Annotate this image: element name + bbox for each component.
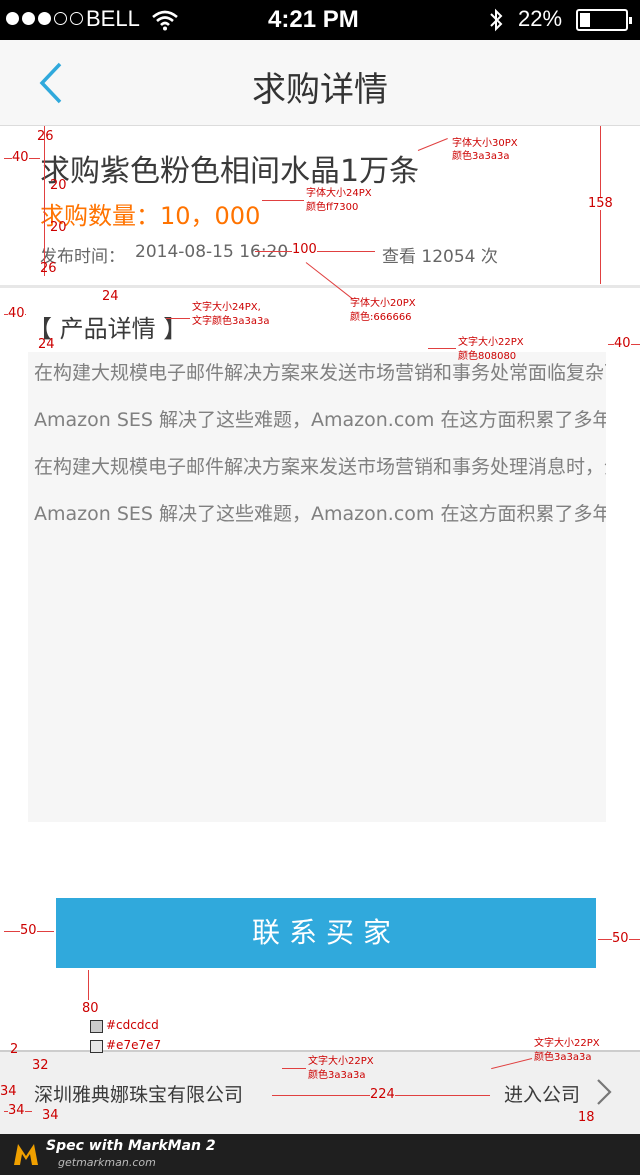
section-divider xyxy=(0,285,640,288)
wifi-icon xyxy=(152,10,178,31)
measure-label: 20 xyxy=(50,178,67,193)
annotation-note: 颜色3a3a3a xyxy=(534,1052,592,1063)
annotation-note: 文字大小22PX xyxy=(534,1038,600,1049)
measure-label: 26 xyxy=(37,129,54,144)
details-paragraph: Amazon SES 解决了这些难题，Amazon.com 在这方面积累了多年的… xyxy=(34,409,606,431)
annotation-note: 颜色:666666 xyxy=(350,312,412,323)
measure-label: 24 xyxy=(38,337,55,352)
annotation-note: 字体大小30PX xyxy=(452,138,518,149)
annotation-note: 文字大小24PX, xyxy=(192,302,261,313)
measure-label: 34 xyxy=(8,1103,25,1118)
page-title: 求购详情 xyxy=(252,70,388,110)
markman-footer: Spec with MarkMan 2 getmarkman.com xyxy=(0,1134,640,1175)
measure-label: 100 xyxy=(292,242,317,257)
measure-label: 50 xyxy=(20,923,37,938)
annotation-note: 字体大小24PX xyxy=(306,188,372,199)
annotation-note: 字体大小20PX xyxy=(350,298,416,309)
measure-label: 40 xyxy=(12,150,29,165)
details-paragraph: 在构建大规模电子邮件解决方案来发送市场营销和事务处理消息时，企业常面临复杂而代价… xyxy=(34,456,606,478)
footer-brand: Spec with MarkMan 2 xyxy=(46,1138,216,1154)
measure-label: 80 xyxy=(82,1001,99,1016)
measure-label: 40 xyxy=(8,306,25,321)
status-bar: BELL 4:21 PM 22% xyxy=(0,0,640,40)
annotation-note: 文字大小22PX xyxy=(308,1056,374,1067)
measure-label: 50 xyxy=(612,931,629,946)
annotation-note: 颜色3a3a3a xyxy=(452,151,510,162)
bluetooth-icon xyxy=(490,8,503,32)
annotation-note: 文字大小22PX xyxy=(458,337,524,348)
enter-company-link[interactable]: 进入公司 xyxy=(504,1080,580,1107)
measure-label: 32 xyxy=(32,1058,49,1073)
measure-label: 2 xyxy=(10,1042,19,1057)
swatch-label: #e7e7e7 xyxy=(106,1038,162,1052)
product-details-content[interactable]: 在构建大规模电子邮件解决方案来发送市场营销和事务处常面临复杂而代价高昂的挑战。为… xyxy=(28,352,606,822)
company-name: 深圳雅典娜珠宝有限公司 xyxy=(34,1084,244,1106)
chevron-right-icon[interactable] xyxy=(596,1078,612,1106)
measure-label: 34 xyxy=(0,1084,17,1099)
measure-label: 20 xyxy=(50,220,67,235)
view-count: 查看 12054 次 xyxy=(382,247,498,267)
request-title: 求购紫色粉色相间水晶1万条 xyxy=(40,154,420,189)
publish-time-value: 2014-08-15 16:20 xyxy=(135,242,289,262)
color-swatch xyxy=(90,1040,103,1053)
request-quantity: 求购数量：10，000 xyxy=(40,202,261,230)
footer-site: getmarkman.com xyxy=(58,1156,156,1169)
measure-label: 24 xyxy=(102,289,119,304)
measure-label: 40 xyxy=(614,336,631,351)
details-paragraph: Amazon SES 解决了这些难题，Amazon.com 在这方面积累了多年的… xyxy=(34,503,606,525)
swatch-label: #cdcdcd xyxy=(106,1018,159,1032)
measure-label: 26 xyxy=(40,261,57,276)
measure-label: 18 xyxy=(578,1110,595,1125)
battery-percent: 22% xyxy=(518,6,563,31)
clock: 4:21 PM xyxy=(268,6,359,33)
measure-label: 224 xyxy=(370,1087,395,1102)
carrier-label: BELL xyxy=(86,6,140,31)
color-swatch xyxy=(90,1020,103,1033)
battery-icon xyxy=(576,9,632,31)
annotation-note: 颜色808080 xyxy=(458,351,517,362)
details-paragraph: 在构建大规模电子邮件解决方案来发送市场营销和事务处常面临复杂而代价高昂的挑战。为… xyxy=(34,362,606,384)
annotation-note: 颜色ff7300 xyxy=(306,202,359,213)
markman-logo-icon xyxy=(14,1144,38,1165)
annotation-note: 文字颜色3a3a3a xyxy=(192,316,270,327)
annotation-note: 颜色3a3a3a xyxy=(308,1070,366,1081)
contact-buyer-button[interactable]: 联系买家 xyxy=(56,898,596,968)
measure-label: 158 xyxy=(588,196,613,211)
signal-strength-icon xyxy=(6,12,83,25)
navigation-bar: 求购详情 xyxy=(0,40,640,126)
measure-label: 34 xyxy=(42,1108,59,1123)
